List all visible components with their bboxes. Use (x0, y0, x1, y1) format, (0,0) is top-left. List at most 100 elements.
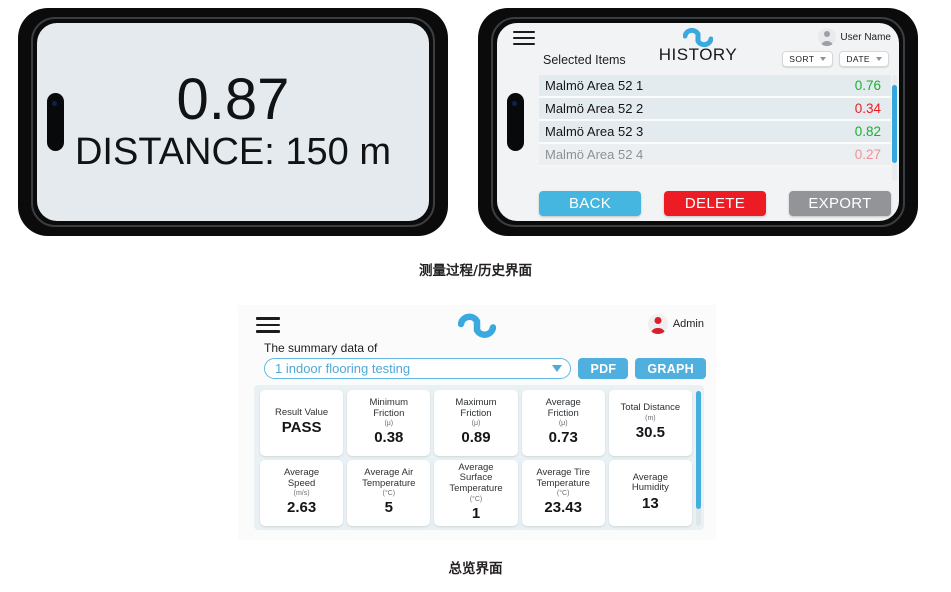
row-value: 0.34 (854, 101, 881, 116)
list-controls: SORT DATE (782, 51, 889, 67)
metric-value: 0.89 (461, 429, 491, 447)
metric-label: Minimum Friction (369, 396, 409, 419)
summary-header: Admin (248, 311, 706, 341)
back-button[interactable]: BACK (539, 190, 642, 216)
export-button[interactable]: EXPORT (788, 190, 891, 216)
metric-unit: (μ) (471, 420, 481, 428)
metric-label: Maximum Friction (455, 396, 497, 419)
metric-unit: (°C) (469, 495, 483, 503)
summary-cards-area: Result Value PASS Minimum Friction (μ) 0.… (254, 385, 704, 530)
select-value: 1 indoor flooring testing (275, 361, 411, 376)
metric-value: 13 (642, 494, 659, 512)
summary-controls: 1 indoor flooring testing PDF GRAPH (264, 358, 706, 379)
cards-scrollbar[interactable] (696, 391, 701, 526)
caret-down-icon (552, 365, 563, 372)
dynamic-island (47, 93, 64, 151)
metric-label: Average Air Temperature (362, 466, 416, 489)
phone-measurement-device: 0.87 DISTANCE: 150 m (18, 8, 448, 236)
metric-card: Average Tire Temperature (°C) 23.43 (521, 460, 605, 526)
date-dropdown[interactable]: DATE (839, 51, 889, 67)
phone-history-device: HISTORY User Name Selected Items SORT DA… (478, 8, 918, 236)
metric-value: 0.38 (374, 429, 404, 447)
metric-card: Average Air Temperature (°C) 5 (347, 460, 431, 526)
testing-session-select[interactable]: 1 indoor flooring testing (264, 358, 572, 379)
history-header: HISTORY User Name Selected Items SORT DA… (497, 23, 899, 79)
admin-avatar-icon (647, 314, 668, 334)
metric-value: 5 (384, 499, 393, 517)
hamburger-icon[interactable] (256, 317, 280, 333)
measurement-screen: 0.87 DISTANCE: 150 m (37, 23, 429, 221)
list-scrollbar[interactable] (892, 75, 897, 181)
row-value: 0.82 (854, 124, 881, 139)
metric-value: 23.43 (544, 499, 582, 517)
summary-screen: Admin The summary data of 1 indoor floor… (238, 305, 716, 540)
summary-subtitle: The summary data of (264, 341, 378, 355)
admin-chip[interactable]: Admin (647, 314, 704, 334)
metric-label: Average Surface Temperature (449, 461, 503, 494)
page-title: HISTORY (658, 45, 738, 64)
table-row[interactable]: Malmö Area 52 3 0.82 (539, 121, 891, 144)
date-label: DATE (846, 54, 870, 64)
metric-unit: (μ) (558, 420, 568, 428)
graph-button[interactable]: GRAPH (635, 358, 706, 379)
user-avatar-icon (818, 28, 837, 46)
metric-card: Total Distance (m) 30.5 (608, 390, 692, 456)
dynamic-island (507, 93, 524, 151)
metric-card: Average Surface Temperature (°C) 1 (434, 460, 518, 526)
row-value: 0.76 (854, 78, 881, 93)
metric-unit: (m/s) (293, 490, 310, 498)
metric-card: Average Humidity 13 (608, 460, 692, 526)
admin-name-label: Admin (672, 318, 704, 330)
metric-label: Total Distance (620, 402, 681, 414)
metric-card: Minimum Friction (μ) 0.38 (347, 390, 431, 456)
metric-label: Average Speed (283, 466, 320, 489)
distance-readout: DISTANCE: 150 m (74, 130, 392, 173)
pdf-button[interactable]: PDF (578, 358, 629, 379)
metric-value: 30.5 (635, 423, 665, 441)
caption-top: 测量过程/历史界面 (419, 263, 532, 279)
measurement-content: 0.87 DISTANCE: 150 m (37, 23, 429, 221)
history-action-bar: BACK DELETE EXPORT (539, 189, 891, 217)
summary-cards-grid: Result Value PASS Minimum Friction (μ) 0.… (260, 390, 692, 526)
metric-unit: (μ) (384, 420, 394, 428)
row-name: Malmö Area 52 2 (545, 101, 644, 116)
history-screen: HISTORY User Name Selected Items SORT DA… (497, 23, 899, 221)
hamburger-icon[interactable] (513, 31, 535, 46)
phone-mockup-row: 0.87 DISTANCE: 150 m HISTORY User Name S… (0, 0, 951, 245)
metric-unit: (°C) (556, 490, 570, 498)
history-app: HISTORY User Name Selected Items SORT DA… (497, 23, 899, 221)
metric-label: Average Humidity (631, 471, 669, 494)
wave-logo-icon (458, 313, 496, 338)
metric-unit: (°C) (382, 490, 396, 498)
sort-label: SORT (789, 54, 815, 64)
caption-bottom: 总览界面 (448, 561, 503, 577)
scrollbar-thumb[interactable] (696, 391, 701, 509)
metric-value: 1 (471, 504, 481, 522)
delete-button[interactable]: DELETE (663, 190, 767, 216)
caret-down-icon (820, 57, 827, 61)
row-name: Malmö Area 52 1 (545, 78, 644, 93)
metric-card: Result Value PASS (260, 390, 344, 456)
sort-dropdown[interactable]: SORT (782, 51, 834, 67)
metric-card: Average Speed (m/s) 2.63 (260, 460, 344, 526)
metric-label: Result Value (275, 406, 329, 418)
history-list[interactable]: Malmö Area 52 1 0.76 Malmö Area 52 2 0.3… (539, 75, 891, 183)
table-row[interactable]: Malmö Area 52 1 0.76 (539, 75, 891, 98)
phone-inner-bezel: 0.87 DISTANCE: 150 m (31, 17, 435, 227)
metric-label: Average Friction (545, 396, 581, 419)
metric-value: 2.63 (286, 499, 317, 517)
user-name-label: User Name (840, 31, 891, 43)
metric-label: Average Tire Temperature (536, 466, 591, 489)
metric-unit: (m) (645, 414, 656, 422)
table-row[interactable]: Malmö Area 52 2 0.34 (539, 98, 891, 121)
table-row[interactable]: Malmö Area 52 4 0.27 (539, 144, 891, 167)
caret-down-icon (876, 57, 882, 61)
selected-items-label: Selected Items (543, 53, 626, 67)
user-chip[interactable]: User Name (818, 28, 891, 46)
metric-value: 0.73 (548, 429, 578, 447)
metric-value: PASS (281, 419, 322, 437)
row-value: 0.27 (854, 147, 881, 162)
scrollbar-thumb[interactable] (892, 85, 897, 163)
row-name: Malmö Area 52 3 (545, 124, 644, 139)
row-name: Malmö Area 52 4 (545, 147, 644, 162)
